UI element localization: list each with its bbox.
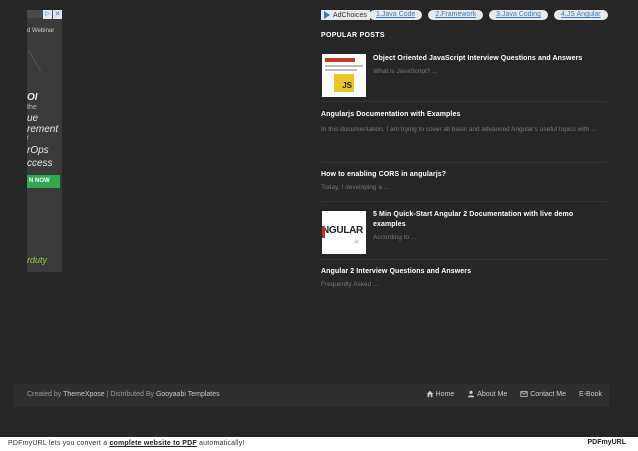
post-thumbnail[interactable]: NGULAR JS: [322, 211, 366, 254]
post-title-link[interactable]: Angular 2 Interview Questions and Answer…: [321, 267, 606, 277]
credits-prefix: Created by: [27, 391, 64, 398]
nav-ebook[interactable]: E-Book: [579, 390, 602, 398]
popular-post: Angularjs Documentation with Examples In…: [321, 110, 606, 139]
adchoices-icon[interactable]: ▷: [43, 10, 52, 19]
ad-link[interactable]: 2.Framework: [428, 10, 484, 20]
post-snippet: Frequently Asked ...: [321, 281, 379, 288]
popular-posts-title: POPULAR POSTS: [321, 32, 385, 39]
angular-logo-icon: [322, 226, 325, 238]
post-divider: [321, 162, 606, 163]
popular-post: 5 Min Quick-Start Angular 2 Documentatio…: [373, 210, 606, 243]
nav-contact[interactable]: Contact Me: [520, 390, 566, 398]
ad-text-line: the: [27, 104, 37, 111]
post-divider: [321, 201, 606, 202]
ad-cta-button[interactable]: N NOW: [27, 175, 60, 188]
pdf-link[interactable]: complete website to PDF: [109, 440, 196, 447]
popular-post: Angular 2 Interview Questions and Answer…: [321, 267, 606, 290]
nav-home[interactable]: Home: [426, 390, 455, 398]
footer-nav: Home About Me Contact Me E-Book: [426, 390, 602, 398]
pdf-text: PDFmyURL lets you convert a: [8, 440, 110, 447]
post-snippet: Today, I developing a ...: [321, 184, 390, 191]
ad-text-line: rement: [27, 124, 59, 135]
user-icon: [468, 390, 475, 398]
nav-label: Contact Me: [530, 390, 567, 398]
site-footer: Created by ThemeXpose | Distributed By G…: [13, 384, 609, 407]
ad-link[interactable]: 4.JS Angular: [553, 10, 608, 20]
pdf-text: automatically!: [196, 440, 245, 447]
post-snippet: What is JavaScript? ...: [373, 68, 438, 75]
distributor-link[interactable]: Gooyaabi Templates: [156, 391, 220, 398]
nav-about[interactable]: About Me: [467, 390, 507, 398]
ad-brand-logo: rduty: [27, 255, 48, 265]
angular-logo-sub: JS: [354, 239, 359, 244]
post-divider: [321, 259, 606, 260]
adchoices-label: AdChoices: [333, 11, 367, 19]
home-icon: [426, 390, 433, 398]
ad-heading: d Webinar: [27, 28, 55, 34]
post-divider: [321, 101, 606, 102]
post-snippet: In this documentation, I am trying to co…: [321, 126, 597, 133]
author-link[interactable]: ThemeXpose: [63, 391, 105, 398]
ad-text-line: ue: [27, 113, 39, 124]
thumb-text-line: [325, 65, 363, 67]
thumb-header-bar: [325, 58, 355, 62]
pdf-banner-message: PDFmyURL lets you convert a complete web…: [8, 440, 245, 447]
post-thumbnail[interactable]: JS: [322, 54, 366, 97]
ad-text-line: OI: [27, 92, 38, 103]
nav-label: Home: [435, 390, 455, 398]
post-title-link[interactable]: Object Oriented JavaScript Interview Que…: [373, 54, 606, 64]
ad-decoration-line: [28, 50, 41, 72]
ad-link[interactable]: 1.Java Code: [369, 10, 423, 20]
ad-text-line: ccess: [27, 158, 53, 169]
popular-post: How to enabling CORS in angularjs? Today…: [321, 170, 606, 193]
adchoices-badge[interactable]: AdChoices: [321, 10, 370, 20]
envelope-icon: [520, 391, 528, 397]
pdfmyurl-logo[interactable]: PDFmyURL: [587, 439, 626, 446]
ad-text-line: rOps: [27, 145, 49, 156]
footer-credits: Created by ThemeXpose | Distributed By G…: [27, 391, 220, 398]
adchoices-icon: [324, 11, 330, 19]
pdf-banner: PDFmyURL lets you convert a complete web…: [0, 437, 638, 451]
post-title-link[interactable]: Angularjs Documentation with Examples: [321, 110, 606, 120]
close-ad-icon[interactable]: ✕: [53, 10, 62, 19]
ad-text-line: f: [27, 136, 29, 142]
post-title-link[interactable]: How to enabling CORS in angularjs?: [321, 170, 606, 180]
js-logo: JS: [334, 74, 354, 92]
ad-links: 1.Java Code 2.Framework 3.Java Coding 4.…: [369, 10, 608, 20]
thumb-text-line: [325, 69, 357, 71]
nav-label: E-Book: [579, 390, 602, 398]
credits-separator: | Distributed By: [104, 391, 156, 398]
ad-link[interactable]: 3.Java Coding: [489, 10, 548, 20]
angular-logo-text: NGULAR: [322, 225, 363, 236]
post-title-link[interactable]: 5 Min Quick-Start Angular 2 Documentatio…: [373, 210, 606, 230]
post-snippet: According to ...: [373, 234, 417, 241]
nav-label: About Me: [477, 390, 508, 398]
left-ad-banner[interactable]: ▷ ✕ d Webinar OI the ue rement f rOps cc…: [27, 10, 62, 272]
popular-post: Object Oriented JavaScript Interview Que…: [373, 54, 606, 77]
